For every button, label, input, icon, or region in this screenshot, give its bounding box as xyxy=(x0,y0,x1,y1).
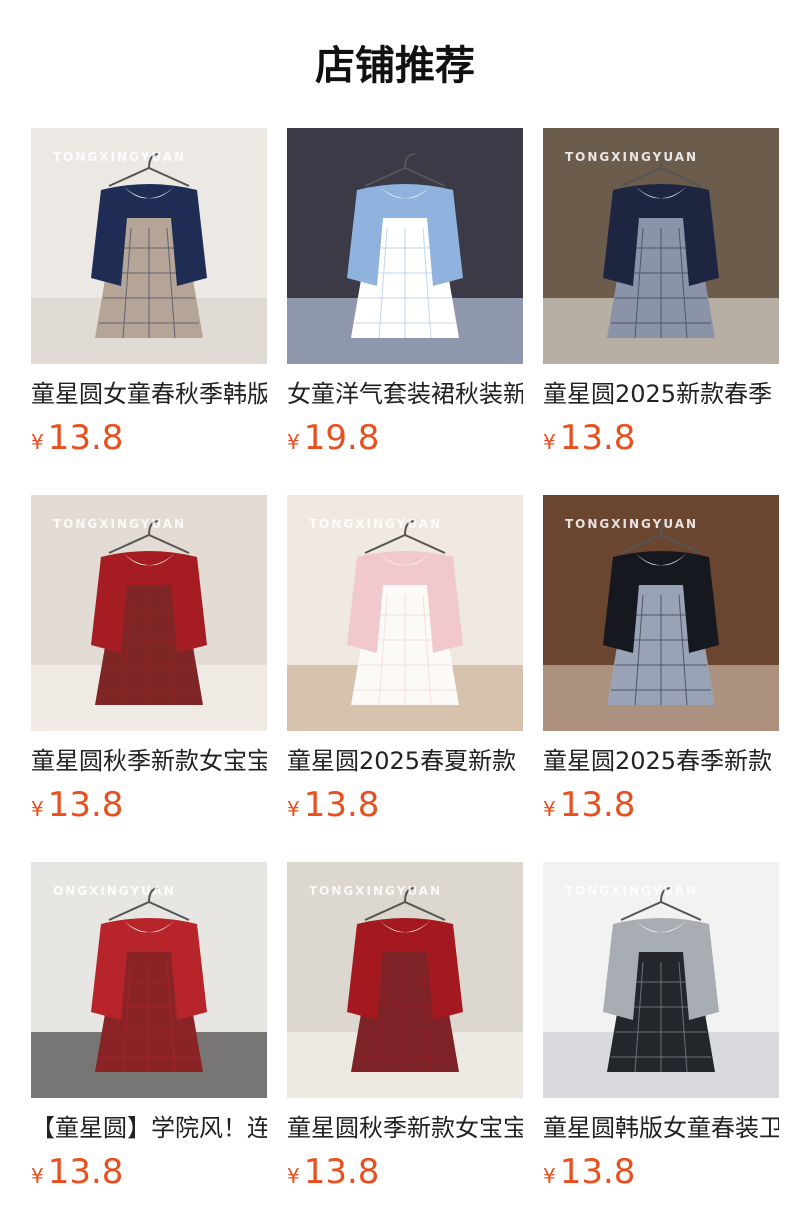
price-value: 13.8 xyxy=(47,1152,124,1192)
product-price: ¥13.8 xyxy=(287,785,523,825)
brand-watermark: TONGXINGYUAN xyxy=(309,517,443,531)
product-name[interactable]: 童星圆秋季新款女宝宝 xyxy=(31,745,267,777)
brand-watermark: ONGXINGYUAN xyxy=(53,884,176,898)
product-image[interactable]: TONGXINGYUAN xyxy=(543,128,779,364)
product-image[interactable]: TONGXINGYUAN xyxy=(31,128,267,364)
product-price: ¥19.8 xyxy=(287,418,523,458)
product-grid: TONGXINGYUAN 童星圆女童春秋季韩版 ¥13.8 女童洋气套装裙秋装新… xyxy=(31,128,779,1212)
brand-watermark: TONGXINGYUAN xyxy=(53,517,187,531)
price-value: 13.8 xyxy=(559,785,636,825)
product-image[interactable] xyxy=(287,128,523,364)
brand-watermark: TONGXINGYUAN xyxy=(565,884,699,898)
product-card-8[interactable]: TONGXINGYUAN 童星圆秋季新款女宝宝 ¥13.8 xyxy=(287,862,523,1212)
brand-watermark: TONGXINGYUAN xyxy=(565,150,699,164)
price-value: 13.8 xyxy=(303,1152,380,1192)
price-value: 13.8 xyxy=(47,418,124,458)
price-value: 13.8 xyxy=(47,785,124,825)
product-card-6[interactable]: TONGXINGYUAN 童星圆2025春季新款 ¥13.8 xyxy=(543,495,779,845)
currency-symbol: ¥ xyxy=(287,1164,300,1188)
product-name[interactable]: 【童星圆】学院风！连 xyxy=(31,1112,267,1144)
product-name[interactable]: 童星圆秋季新款女宝宝 xyxy=(287,1112,523,1144)
currency-symbol: ¥ xyxy=(287,797,300,821)
product-card-1[interactable]: TONGXINGYUAN 童星圆女童春秋季韩版 ¥13.8 xyxy=(31,128,267,478)
product-name[interactable]: 童星圆2025春季新款 xyxy=(543,745,779,777)
product-name[interactable]: 童星圆2025新款春季 xyxy=(543,378,779,410)
price-value: 13.8 xyxy=(559,1152,636,1192)
product-card-4[interactable]: TONGXINGYUAN 童星圆秋季新款女宝宝 ¥13.8 xyxy=(31,495,267,845)
product-price: ¥13.8 xyxy=(543,1152,779,1192)
product-price: ¥13.8 xyxy=(31,418,267,458)
product-price: ¥13.8 xyxy=(543,418,779,458)
product-image[interactable]: TONGXINGYUAN xyxy=(543,862,779,1098)
brand-watermark: TONGXINGYUAN xyxy=(53,150,187,164)
currency-symbol: ¥ xyxy=(31,797,44,821)
price-value: 19.8 xyxy=(303,418,380,458)
product-price: ¥13.8 xyxy=(31,1152,267,1192)
product-card-2[interactable]: 女童洋气套装裙秋装新款 ¥19.8 xyxy=(287,128,523,478)
price-value: 13.8 xyxy=(559,418,636,458)
product-name[interactable]: 童星圆女童春秋季韩版 xyxy=(31,378,267,410)
section-title: 店铺推荐 xyxy=(315,43,475,89)
product-card-9[interactable]: TONGXINGYUAN 童星圆韩版女童春装卫 ¥13.8 xyxy=(543,862,779,1212)
product-image[interactable]: TONGXINGYUAN xyxy=(287,862,523,1098)
product-price: ¥13.8 xyxy=(287,1152,523,1192)
price-value: 13.8 xyxy=(303,785,380,825)
product-image[interactable]: TONGXINGYUAN xyxy=(543,495,779,731)
product-name[interactable]: 童星圆2025春夏新款 xyxy=(287,745,523,777)
product-name[interactable]: 童星圆韩版女童春装卫 xyxy=(543,1112,779,1144)
product-card-5[interactable]: TONGXINGYUAN 童星圆2025春夏新款 ¥13.8 xyxy=(287,495,523,845)
currency-symbol: ¥ xyxy=(543,430,556,454)
currency-symbol: ¥ xyxy=(287,430,300,454)
product-card-7[interactable]: ONGXINGYUAN 【童星圆】学院风！连 ¥13.8 xyxy=(31,862,267,1212)
product-image[interactable]: ONGXINGYUAN xyxy=(31,862,267,1098)
store-recommendations-page: 店铺推荐 TONGXINGYUAN 童星圆女童春秋季韩版 ¥ 13.8 女童洋气… xyxy=(0,0,790,1230)
brand-watermark: TONGXINGYUAN xyxy=(565,517,699,531)
girl-blue-cardigan-floral-dress xyxy=(287,128,523,364)
product-price: ¥13.8 xyxy=(543,785,779,825)
currency-symbol: ¥ xyxy=(543,1164,556,1188)
currency-symbol: ¥ xyxy=(31,1164,44,1188)
product-card-3[interactable]: TONGXINGYUAN 童星圆2025新款春季 ¥13.8 xyxy=(543,128,779,478)
product-image[interactable]: TONGXINGYUAN xyxy=(31,495,267,731)
product-price: ¥13.8 xyxy=(31,785,267,825)
brand-watermark: TONGXINGYUAN xyxy=(309,884,443,898)
currency-symbol: ¥ xyxy=(31,430,44,454)
product-name[interactable]: 女童洋气套装裙秋装新款 xyxy=(287,378,523,410)
product-image[interactable]: TONGXINGYUAN xyxy=(287,495,523,731)
currency-symbol: ¥ xyxy=(543,797,556,821)
